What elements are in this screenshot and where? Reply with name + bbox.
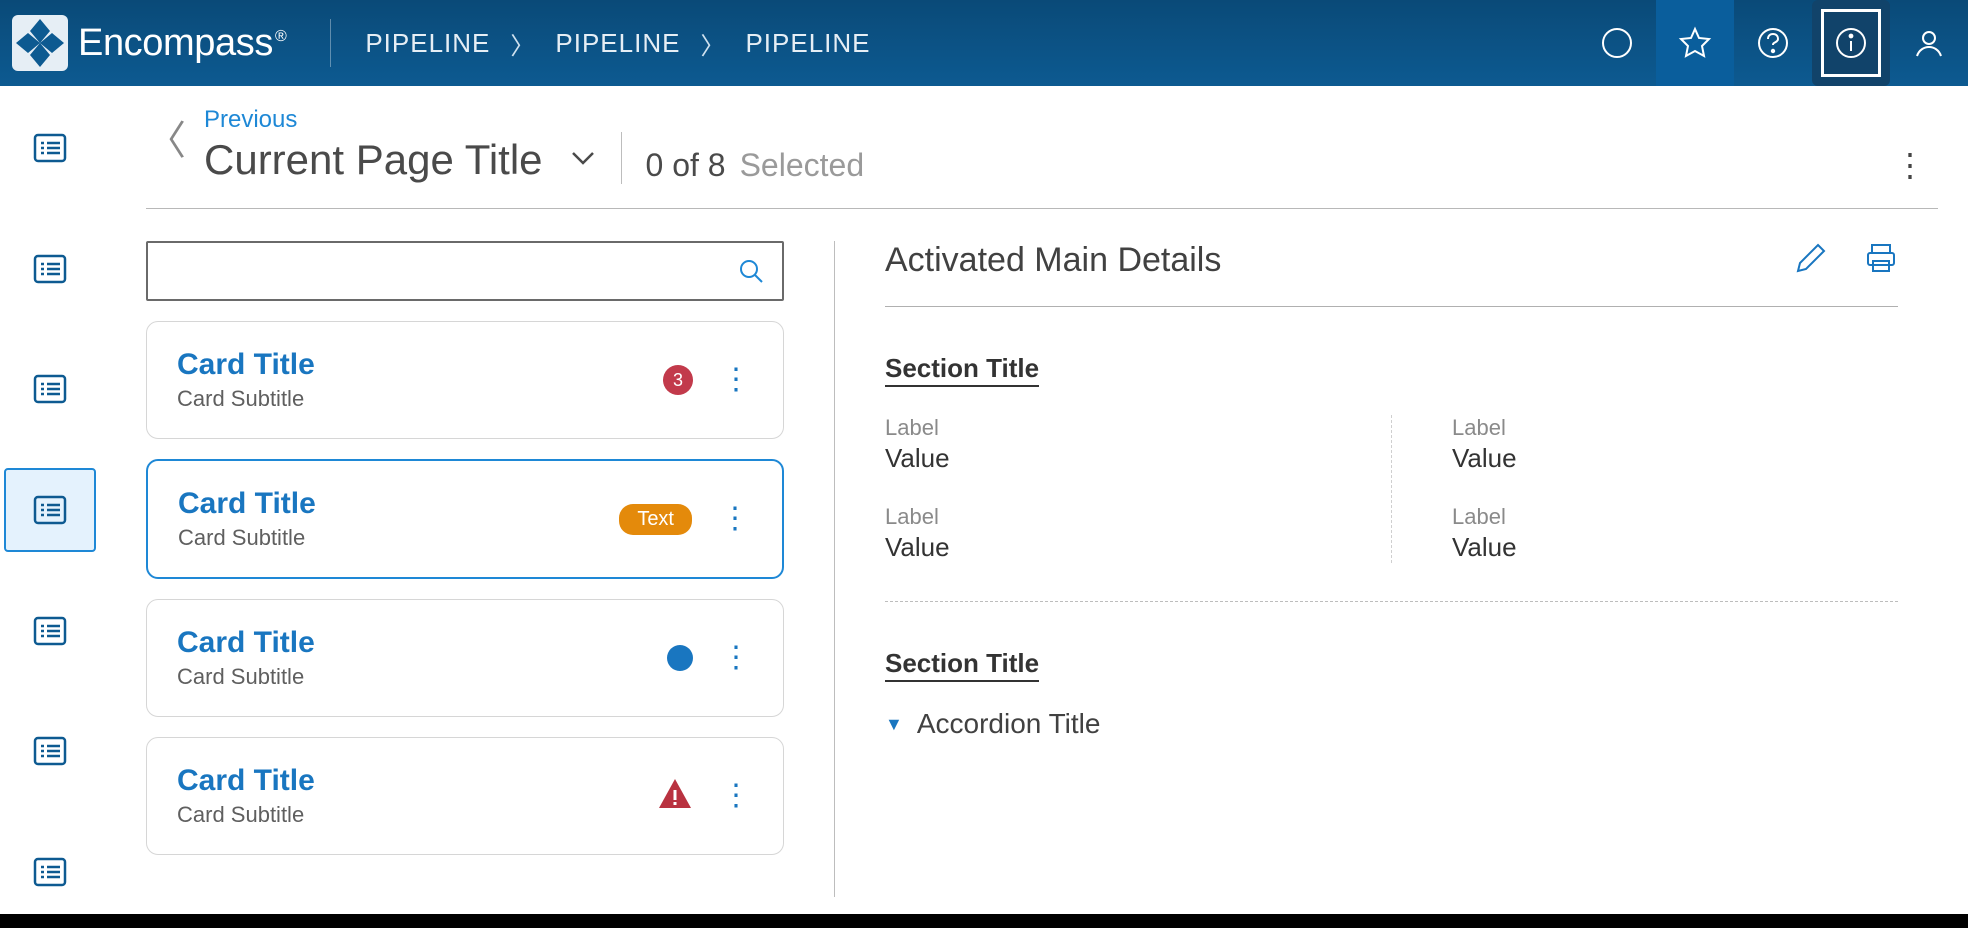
topbar-actions <box>1578 0 1968 86</box>
chevron-right-icon: 〉 <box>700 26 725 61</box>
sidenav <box>0 86 100 914</box>
card-title: Card Title <box>177 348 645 382</box>
brand-name: Encompass® <box>78 22 286 65</box>
detail-title: Activated Main Details <box>885 241 1221 280</box>
card-kebab-icon[interactable]: ⋮ <box>721 649 753 667</box>
search-input[interactable] <box>146 241 784 301</box>
back-chevron-icon[interactable]: 〈 <box>146 121 186 161</box>
sidenav-item[interactable] <box>4 588 96 673</box>
chevron-down-icon[interactable] <box>569 144 597 177</box>
card-title: Card Title <box>178 487 601 521</box>
list-column: Card Title Card Subtitle 3 ⋮ Card Title … <box>146 241 784 897</box>
sidenav-item[interactable] <box>4 106 96 191</box>
card-kebab-icon[interactable]: ⋮ <box>721 787 753 805</box>
detail-header: Activated Main Details <box>885 241 1898 307</box>
card[interactable]: Card Title Card Subtitle 3 ⋮ <box>146 321 784 439</box>
section-title: Section Title <box>885 648 1039 682</box>
sidenav-item[interactable] <box>4 830 96 915</box>
card-title: Card Title <box>177 764 639 798</box>
detail-column: Activated Main Details Section Title <box>885 241 1938 897</box>
search-icon <box>738 258 764 284</box>
sidenav-item-active[interactable] <box>4 468 96 553</box>
card[interactable]: Card Title Card Subtitle ⋮ <box>146 737 784 855</box>
bottom-bar <box>0 914 1968 928</box>
chevron-right-icon: 〉 <box>510 26 535 61</box>
field-label: Label <box>885 415 1331 441</box>
field-value: Value <box>885 443 1331 474</box>
page-header: 〈 Previous Current Page Title 0 of 8 Sel… <box>146 106 1938 209</box>
topbar: Encompass® PIPELINE 〉 PIPELINE 〉 PIPELIN… <box>0 0 1968 86</box>
card-subtitle: Card Subtitle <box>177 664 649 690</box>
info-icon[interactable] <box>1812 0 1890 86</box>
card-title: Card Title <box>177 626 649 660</box>
page-actions-kebab-icon[interactable]: ⋮ <box>1894 146 1938 184</box>
brand-logo[interactable]: Encompass® <box>12 15 286 71</box>
card-kebab-icon[interactable]: ⋮ <box>720 510 752 528</box>
selected-label: Selected <box>740 147 865 184</box>
count-text: 0 of 8 <box>646 147 726 184</box>
page-title: Current Page Title <box>204 136 543 184</box>
sidenav-item[interactable] <box>4 709 96 794</box>
sidenav-item[interactable] <box>4 347 96 432</box>
breadcrumb: PIPELINE 〉 PIPELINE 〉 PIPELINE <box>365 26 870 61</box>
caret-down-icon: ▼ <box>885 714 903 735</box>
card[interactable]: Card Title Card Subtitle ⋮ <box>146 599 784 717</box>
previous-link[interactable]: Previous <box>204 106 597 134</box>
card-subtitle: Card Subtitle <box>177 386 645 412</box>
section-title: Section Title <box>885 353 1039 387</box>
breadcrumb-item[interactable]: PIPELINE <box>555 28 680 59</box>
help-icon[interactable] <box>1734 0 1812 86</box>
warning-icon <box>657 776 693 817</box>
field-label: Label <box>885 504 1331 530</box>
status-circle-icon[interactable] <box>1578 0 1656 86</box>
breadcrumb-item[interactable]: PIPELINE <box>365 28 490 59</box>
accordion-toggle[interactable]: ▼ Accordion Title <box>885 708 1898 740</box>
divider <box>621 132 622 184</box>
selection-count: 0 of 8 Selected <box>646 147 865 184</box>
card-selected[interactable]: Card Title Card Subtitle Text ⋮ <box>146 459 784 579</box>
card-kebab-icon[interactable]: ⋮ <box>721 371 753 389</box>
field-label: Label <box>1452 504 1898 530</box>
main-area: 〈 Previous Current Page Title 0 of 8 Sel… <box>0 86 1968 914</box>
user-icon[interactable] <box>1890 0 1968 86</box>
card-subtitle: Card Subtitle <box>178 525 601 551</box>
breadcrumb-item[interactable]: PIPELINE <box>745 28 870 59</box>
logo-icon <box>12 15 68 71</box>
count-badge: 3 <box>663 365 693 395</box>
accordion-title: Accordion Title <box>917 708 1101 740</box>
field-value: Value <box>885 532 1331 563</box>
edit-icon[interactable] <box>1794 241 1828 280</box>
dot-badge <box>667 645 693 671</box>
sidenav-item[interactable] <box>4 227 96 312</box>
favorite-star-icon[interactable] <box>1656 0 1734 86</box>
field-value: Value <box>1452 532 1898 563</box>
status-badge: Text <box>619 504 692 535</box>
column-divider <box>834 241 835 897</box>
detail-section: Section Title ▼ Accordion Title <box>885 648 1898 740</box>
detail-section: Section Title Label Value Label Value <box>885 353 1898 602</box>
card-subtitle: Card Subtitle <box>177 802 639 828</box>
divider <box>330 19 331 67</box>
field-value: Value <box>1452 443 1898 474</box>
print-icon[interactable] <box>1864 241 1898 280</box>
field-label: Label <box>1452 415 1898 441</box>
content: 〈 Previous Current Page Title 0 of 8 Sel… <box>100 86 1968 914</box>
